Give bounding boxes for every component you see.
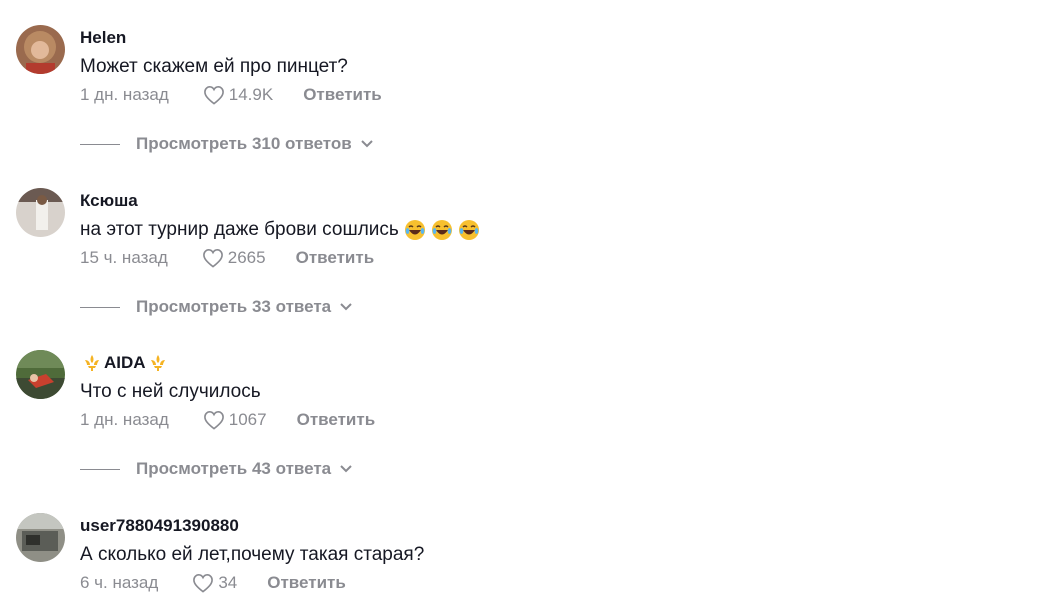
username[interactable]: user7880491390880 — [80, 516, 239, 536]
laughing-emoji — [431, 220, 452, 240]
comment-text: А сколько ей лет,почему такая старая? — [80, 542, 424, 568]
like-count: 1067 — [228, 410, 267, 429]
divider-line — [80, 306, 120, 308]
like-button[interactable]: 14.9K — [203, 85, 273, 105]
view-replies-button[interactable]: Просмотреть 33 ответа — [80, 296, 353, 318]
chevron-down-icon — [360, 139, 374, 149]
comment-body: А сколько ей лет,почему такая старая? — [80, 544, 425, 565]
like-count: 34 — [218, 573, 238, 592]
username-text: user7880491390880 — [80, 516, 239, 535]
divider-line — [80, 143, 120, 145]
chevron-down-icon — [339, 464, 353, 474]
heart-icon — [202, 248, 223, 268]
comment-meta: 6 ч. назад 34 Ответить — [80, 572, 346, 594]
laughing-emoji — [404, 220, 425, 240]
view-replies-button[interactable]: Просмотреть 43 ответа — [80, 458, 353, 480]
avatar[interactable] — [16, 350, 65, 399]
like-count: 14.9K — [228, 85, 274, 104]
view-replies-label: Просмотреть 43 ответа — [136, 459, 332, 478]
timestamp: 6 ч. назад — [80, 573, 159, 592]
username-text: Helen — [80, 28, 127, 47]
heart-icon — [203, 410, 224, 430]
like-button[interactable]: 2665 — [202, 248, 266, 268]
chevron-down-icon — [339, 302, 353, 312]
like-button[interactable]: 34 — [192, 573, 237, 593]
heart-icon — [203, 85, 224, 105]
timestamp: 1 дн. назад — [80, 85, 169, 104]
username[interactable]: AIDA — [80, 353, 170, 373]
comment-list: Helen Может скажем ей про пинцет? 1 дн. … — [0, 0, 1052, 608]
laughing-emoji — [458, 220, 479, 240]
avatar[interactable] — [16, 188, 65, 237]
avatar[interactable] — [16, 25, 65, 74]
username-text: Ксюша — [80, 191, 138, 210]
reply-button[interactable]: Ответить — [297, 410, 376, 430]
timestamp: 15 ч. назад — [80, 248, 168, 267]
comment-body: Что с ней случилось — [80, 381, 261, 402]
avatar[interactable] — [16, 513, 65, 562]
comment-text: Может скажем ей про пинцет? — [80, 54, 348, 80]
comment-body: на этот турнир даже брови сошлись — [80, 219, 399, 240]
like-count: 2665 — [227, 248, 266, 267]
divider-line — [80, 468, 120, 470]
timestamp: 1 дн. назад — [80, 410, 169, 429]
view-replies-button[interactable]: Просмотреть 310 ответов — [80, 133, 374, 155]
username-text: AIDA — [104, 353, 146, 372]
reply-button[interactable]: Ответить — [303, 85, 382, 105]
comment-text: на этот турнир даже брови сошлись — [80, 217, 480, 243]
heart-icon — [193, 573, 214, 593]
view-replies-label: Просмотреть 33 ответа — [136, 297, 332, 316]
reply-button[interactable]: Ответить — [267, 573, 346, 593]
comment-text: Что с ней случилось — [80, 379, 261, 405]
comment-meta: 1 дн. назад 1067 Ответить — [80, 409, 375, 431]
comment-meta: 15 ч. назад 2665 Ответить — [80, 247, 374, 269]
comment-body: Может скажем ей про пинцет? — [80, 56, 348, 77]
fleur-de-lis-icon — [85, 355, 99, 371]
comment-meta: 1 дн. назад 14.9K Ответить — [80, 84, 382, 106]
fleur-de-lis-icon — [150, 355, 165, 371]
like-button[interactable]: 1067 — [203, 410, 267, 430]
reply-button[interactable]: Ответить — [296, 248, 375, 268]
username[interactable]: Ксюша — [80, 191, 138, 211]
username[interactable]: Helen — [80, 28, 126, 48]
view-replies-label: Просмотреть 310 ответов — [136, 134, 352, 153]
